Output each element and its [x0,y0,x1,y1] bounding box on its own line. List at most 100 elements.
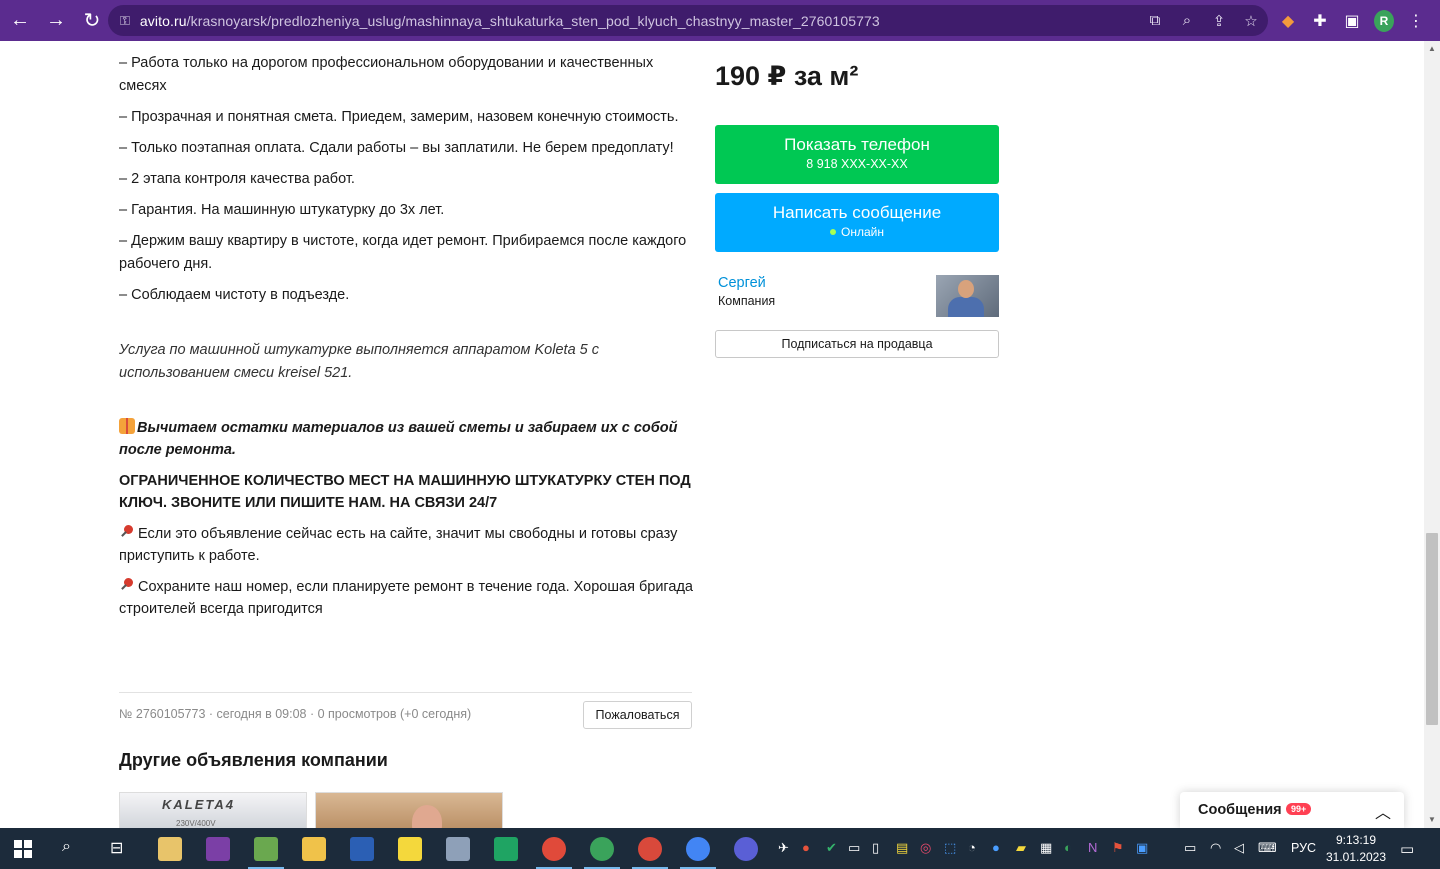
scroll-down-icon[interactable]: ▼ [1428,815,1436,824]
site-info-icon[interactable]: ⚿ [120,13,130,29]
pin-paragraph: Если это объявление сейчас есть на сайте… [119,523,694,567]
desc-line: – Прозрачная и понятная смета. Приедем, … [119,109,679,125]
subscribe-seller-button[interactable]: Подписаться на продавца [715,330,999,358]
zoom-icon[interactable]: ⌕ [1178,12,1196,29]
app-icon[interactable] [446,837,470,861]
write-message-button[interactable]: Написать сообщение Онлайн [715,193,999,252]
back-icon[interactable]: ← [4,5,36,37]
keyboard-icon[interactable]: ⌨ [1258,840,1277,858]
desc-line: – 2 этапа контроля качества работ. [119,171,355,187]
desc-line: – Работа только на дорогом профессиональ… [119,55,654,94]
desc-line: – Только поэтапная оплата. Сдали работы … [119,140,674,156]
avatar-head [958,280,974,298]
search-icon[interactable]: ⌕ [62,838,71,856]
page-content: – Работа только на дорогом профессиональ… [0,41,1424,828]
pin-paragraph: Сохраните наш номер, если планируете рем… [119,576,694,620]
tray-icon[interactable]: ● [802,840,810,858]
system-clock[interactable]: 9:13:19 31.01.2023 [1324,832,1388,866]
url-path: /krasnoyarsk/predlozheniya_uslug/mashinn… [186,12,880,29]
online-dot-icon [830,229,837,235]
task-view-icon[interactable]: ⊟ [110,838,123,858]
notifications-icon[interactable]: ▭ [1400,840,1414,858]
avatar-body [948,297,984,317]
extensions-puzzle-icon[interactable]: ✚ [1310,11,1330,31]
tray-icon[interactable]: ◎ [920,840,931,858]
menu-kebab-icon[interactable]: ⋮ [1406,11,1426,31]
url-host: avito.ru [139,12,187,29]
windows-taskbar: ⌕ ⊟ ✈ ● ✔ ▭ ▯ ▤ ◎ ⬚ ◔ ● ▰ ▦ ◐ N ⚑ ▣ ▭ ◠ … [0,828,1440,869]
bookmark-star-icon[interactable]: ☆ [1242,12,1260,30]
telegram-tray-icon[interactable]: ✈ [778,840,789,858]
seller-type: Компания [718,294,776,308]
tray-icon[interactable]: ● [992,840,1000,858]
tray-icon[interactable]: ✔ [826,840,837,858]
clock-date: 31.01.2023 [1325,850,1387,864]
fox-extension-icon[interactable]: ◆ [1278,11,1298,31]
chevron-up-icon[interactable]: ︿ [1375,799,1391,823]
tray-icon[interactable]: ⬚ [944,840,956,858]
chrome-profile-icon[interactable] [680,837,716,869]
pin-text: Если это объявление сейчас есть на сайте… [119,526,678,564]
notepad-app-icon[interactable] [248,837,284,869]
address-bar[interactable]: ⚿ avito.ru/krasnoyarsk/predlozheniya_usl… [108,5,1268,36]
app-icon[interactable] [734,837,758,861]
file-app-icon[interactable] [158,837,182,861]
onenote-icon[interactable] [206,837,230,861]
gift-paragraph: Вычитаем остатки материалов из вашей сме… [119,417,694,461]
chrome-icon[interactable] [536,837,572,869]
url-text[interactable]: avito.ru/krasnoyarsk/predlozheniya_uslug… [140,13,880,29]
tray-icon[interactable]: N [1088,840,1097,858]
pushpin-icon [119,577,135,593]
tray-icon[interactable]: ▯ [872,840,879,858]
reload-icon[interactable]: ↻ [76,5,108,37]
thumbnail-subtext: 230V/400V [176,819,216,828]
translate-icon[interactable]: ⧉ [1146,12,1164,29]
profile-avatar[interactable]: R [1374,9,1394,32]
tray-icon[interactable]: ▦ [1040,840,1052,858]
seller-avatar[interactable] [936,275,999,317]
sticky-notes-icon[interactable] [398,837,422,861]
side-panel-icon[interactable]: ▣ [1342,11,1362,31]
tray-icon[interactable]: ▭ [848,840,860,858]
caps-paragraph: ОГРАНИЧЕННОЕ КОЛИЧЕСТВО МЕСТ НА МАШИННУЮ… [119,473,691,511]
wifi-icon[interactable]: ◠ [1210,840,1221,858]
desc-line: – Соблюдаем чистоту в подъезде. [119,287,350,303]
tray-icon[interactable]: ▰ [1016,840,1026,858]
other-ad-thumbnail[interactable] [315,792,503,828]
clock-time: 9:13:19 [1335,833,1377,847]
messages-widget[interactable]: Сообщения 99+ ︿ [1180,792,1404,828]
tray-icon[interactable]: ◐ [1064,840,1072,858]
forward-icon[interactable]: → [40,5,72,37]
seller-name-link[interactable]: Сергей [718,275,766,291]
word-icon[interactable] [350,837,374,861]
write-message-label: Написать сообщение [772,203,942,222]
online-status: Онлайн [715,225,999,239]
tray-icon[interactable]: ⚑ [1112,840,1124,858]
tray-icon[interactable]: ◔ [968,840,976,858]
equipment-note: Услуга по машинной штукатурке выполняетс… [119,342,600,381]
show-phone-label: Показать телефон [784,135,930,154]
windows-start-icon[interactable] [14,840,32,858]
volume-icon[interactable]: ◁ [1234,840,1244,858]
complain-button[interactable]: Пожаловаться [583,701,692,729]
tray-icon[interactable]: ▤ [896,840,908,858]
show-phone-button[interactable]: Показать телефон 8 918 XXX-XX-XX [715,125,999,184]
messages-badge: 99+ [1286,803,1312,815]
file-explorer-icon[interactable] [302,837,326,861]
chrome-profile-icon[interactable] [584,837,620,869]
language-indicator[interactable]: РУС [1291,841,1316,855]
scrollbar-thumb[interactable] [1426,533,1438,725]
tray-icon[interactable]: ▣ [1136,840,1148,858]
browser-toolbar: ← → ↻ ⚿ avito.ru/krasnoyarsk/predlozheni… [0,0,1440,41]
battery-icon[interactable]: ▭ [1184,840,1196,858]
ad-meta-info: № 2760105773 · сегодня в 09:08 · 0 просм… [119,707,472,721]
scroll-up-icon[interactable]: ▲ [1428,44,1436,53]
sheets-icon[interactable] [494,837,518,861]
desc-line: – Гарантия. На машинную штукатурку до 3х… [119,202,445,218]
other-ad-thumbnail[interactable]: KALETA4 230V/400V [119,792,307,828]
pin-text: Сохраните наш номер, если планируете рем… [119,579,693,617]
share-icon[interactable]: ⇪ [1210,12,1228,30]
gift-icon [119,418,135,434]
chrome-profile-icon[interactable] [632,837,668,869]
gift-text: Вычитаем остатки материалов из вашей сме… [119,420,678,458]
